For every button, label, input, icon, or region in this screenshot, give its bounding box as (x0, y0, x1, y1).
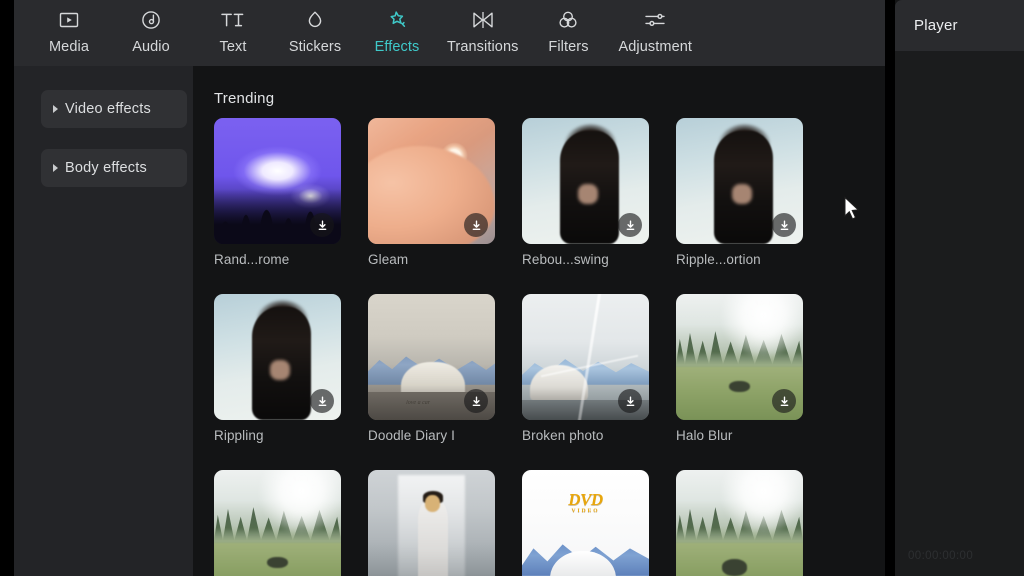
effect-thumbnail[interactable] (676, 294, 803, 420)
effects-category-sidebar: Video effects Body effects (14, 66, 193, 576)
player-timecode: 00:00:00:00 (908, 550, 974, 562)
effect-thumbnail[interactable]: DVD VIDEO (522, 470, 649, 576)
download-icon[interactable] (310, 213, 334, 237)
main-toolbar: Media Audio Text Stickers Effects Transi… (14, 0, 885, 66)
toolbar-tab-audio[interactable]: Audio (110, 0, 192, 56)
editor-pane: Media Audio Text Stickers Effects Transi… (14, 0, 885, 576)
effect-tile[interactable]: Gleam (368, 118, 495, 267)
audio-icon (140, 5, 162, 35)
effect-label: Ripple...ortion (676, 252, 761, 267)
effect-tile[interactable] (676, 470, 803, 576)
tab-player[interactable]: Player (914, 17, 958, 34)
effect-tile[interactable]: Rebou...swing (522, 118, 649, 267)
toolbar-tab-adjustment[interactable]: Adjustment (609, 0, 701, 56)
toolbar-tab-label: Stickers (288, 39, 342, 55)
effect-thumbnail[interactable] (676, 470, 803, 576)
effect-tile[interactable]: Rippling (214, 294, 341, 443)
toolbar-tab-transitions[interactable]: Transitions (438, 0, 527, 56)
section-title: Trending (214, 90, 275, 107)
sidebar-item-label: Video effects (65, 101, 151, 117)
effect-thumbnail[interactable] (522, 118, 649, 244)
effect-tile[interactable]: Broken photo (522, 294, 649, 443)
thumbnail-art (368, 470, 495, 576)
toolbar-tab-label: Filters (548, 39, 589, 55)
thumbnail-art (676, 470, 803, 576)
effect-label: Rand...rome (214, 252, 290, 267)
effect-thumbnail[interactable] (522, 294, 649, 420)
effect-tile[interactable]: love a car Doodle Diary I (368, 294, 495, 443)
stickers-icon (304, 5, 326, 35)
toolbar-tab-label: Audio (132, 39, 170, 55)
thumbnail-art (214, 470, 341, 576)
toolbar-tab-effects[interactable]: Effects (356, 0, 438, 56)
chevron-right-icon (53, 105, 58, 113)
app-window: Media Audio Text Stickers Effects Transi… (0, 0, 1024, 576)
download-icon[interactable] (772, 213, 796, 237)
thumbnail-caption-text: love a car (406, 400, 431, 407)
media-icon (58, 5, 80, 35)
filters-icon (557, 5, 579, 35)
effect-thumbnail[interactable] (368, 118, 495, 244)
toolbar-tab-label: Text (219, 39, 247, 55)
effect-label: Halo Blur (676, 428, 733, 443)
toolbar-tab-stickers[interactable]: Stickers (274, 0, 356, 56)
effect-label: Doodle Diary I (368, 428, 455, 443)
effect-label: Rebou...swing (522, 252, 609, 267)
thumbnail-art: DVD VIDEO (522, 470, 649, 576)
toolbar-tab-label: Effects (374, 39, 420, 55)
effect-thumbnail[interactable] (368, 470, 495, 576)
effect-thumbnail[interactable] (214, 294, 341, 420)
download-icon[interactable] (310, 389, 334, 413)
effect-tile[interactable] (368, 470, 495, 576)
toolbar-tab-label: Media (49, 39, 89, 55)
effect-tile[interactable]: Rand...rome (214, 118, 341, 267)
toolbar-tab-label: Adjustment (618, 39, 693, 55)
chevron-right-icon (53, 164, 58, 172)
effect-thumbnail[interactable] (214, 470, 341, 576)
player-tabbar: Player (895, 0, 1024, 51)
effect-label: Gleam (368, 252, 409, 267)
effect-label: Rippling (214, 428, 264, 443)
effect-tile[interactable]: DVD VIDEO (522, 470, 649, 576)
download-icon[interactable] (618, 389, 642, 413)
sidebar-item-video-effects[interactable]: Video effects (41, 90, 187, 128)
adjustment-icon (643, 5, 667, 35)
effects-icon (386, 5, 408, 35)
toolbar-tab-filters[interactable]: Filters (527, 0, 609, 56)
player-canvas[interactable]: 00:00:00:00 (895, 51, 1024, 576)
effect-thumbnail[interactable] (214, 118, 341, 244)
transitions-icon (471, 5, 495, 35)
download-icon[interactable] (618, 213, 642, 237)
text-icon (220, 5, 246, 35)
download-icon[interactable] (464, 213, 488, 237)
dvd-logo-text: DVD VIDEO (568, 490, 603, 515)
toolbar-tab-text[interactable]: Text (192, 0, 274, 56)
effect-label: Broken photo (522, 428, 604, 443)
panel-divider[interactable] (885, 0, 895, 576)
effect-thumbnail[interactable] (676, 118, 803, 244)
toolbar-tab-media[interactable]: Media (28, 0, 110, 56)
sidebar-item-body-effects[interactable]: Body effects (41, 149, 187, 187)
effects-browser: Trending Rand...rome Gleam Rebou...swing… (193, 66, 885, 576)
effect-tile[interactable]: Halo Blur (676, 294, 803, 443)
download-icon[interactable] (464, 389, 488, 413)
effect-tile[interactable] (214, 470, 341, 576)
effect-tile[interactable]: Ripple...ortion (676, 118, 803, 267)
download-icon[interactable] (772, 389, 796, 413)
sidebar-item-label: Body effects (65, 160, 147, 176)
left-edge-rail (0, 0, 14, 576)
effect-thumbnail[interactable]: love a car (368, 294, 495, 420)
player-pane: Player 00:00:00:00 (895, 0, 1024, 576)
toolbar-tab-label: Transitions (447, 39, 519, 55)
